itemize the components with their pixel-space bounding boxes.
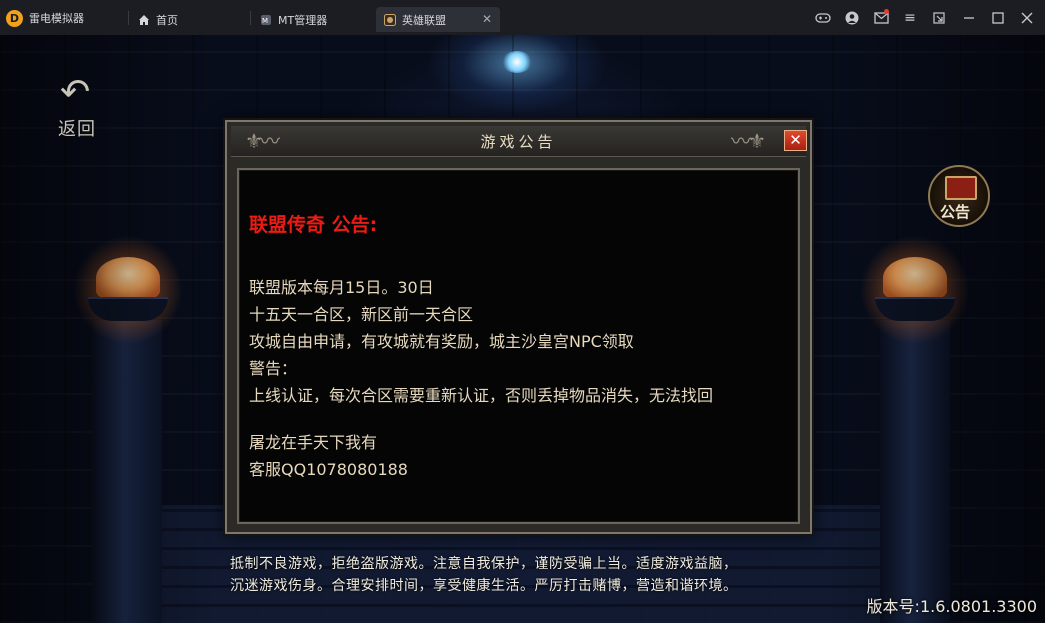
shrink-window-icon[interactable] (929, 8, 949, 28)
mail-icon[interactable] (871, 8, 891, 28)
notification-dot (884, 9, 889, 14)
app-name: 雷电模拟器 (29, 12, 84, 25)
ldplayer-logo-icon: D (6, 9, 23, 27)
notice-heading: 联盟传奇 公告: (249, 214, 378, 236)
scroll-icon (945, 176, 977, 200)
version-label: 版本号:1.6.0801.3300 (866, 597, 1037, 616)
back-arrow-icon: ↶ (60, 72, 91, 113)
health-notice-line-2: 沉迷游戏伤身。合理安排时间，享受健康生活。严厉打击赌博，营造和谐环境。 (230, 578, 738, 594)
close-x-icon: ✕ (789, 131, 802, 149)
announcement-button[interactable]: 公告 (928, 165, 990, 227)
dialog-title: 游戏公告 (480, 133, 557, 151)
tab-close-icon[interactable]: ✕ (482, 13, 492, 25)
game-viewport[interactable]: ↶ 返回 公告 ⚜〰 〰⚜ 游戏公告 ✕ 联盟传奇 公告: 联盟版本每月15日。… (0, 35, 1045, 623)
minimize-icon[interactable] (959, 8, 979, 28)
announcement-dialog: ⚜〰 〰⚜ 游戏公告 ✕ 联盟传奇 公告: 联盟版本每月15日。30日 十五天一… (225, 120, 812, 534)
tab-divider (128, 11, 129, 25)
svg-text:M: M (262, 17, 268, 25)
tab-label: MT管理器 (278, 13, 328, 27)
notice-line: 联盟版本每月15日。30日 (249, 278, 434, 297)
close-icon[interactable] (1017, 8, 1037, 28)
tab-mt-manager[interactable]: M MT管理器 (252, 7, 374, 32)
notice-line: 十五天一合区，新区前一天合区 (249, 305, 474, 324)
dialog-header: ⚜〰 〰⚜ 游戏公告 ✕ (231, 126, 807, 157)
gamepad-icon[interactable] (813, 8, 833, 28)
back-button[interactable]: ↶ 返回 (52, 72, 104, 141)
notice-line: 客服QQ1078080188 (249, 460, 408, 479)
dialog-close-button[interactable]: ✕ (784, 130, 807, 151)
notice-line: 屠龙在手天下我有 (249, 433, 378, 452)
tab-label: 首页 (156, 13, 178, 27)
announcement-label: 公告 (940, 203, 971, 221)
tab-game-active[interactable]: 英雄联盟 ✕ (376, 7, 500, 32)
notice-line: 上线认证，每次合区需要重新认证，否则丢掉物品消失，无法找回 (249, 386, 714, 405)
tab-divider (250, 11, 251, 25)
app-brand[interactable]: D 雷电模拟器 (6, 9, 84, 27)
back-label: 返回 (58, 119, 96, 140)
dialog-body: 联盟传奇 公告: 联盟版本每月15日。30日 十五天一合区，新区前一天合区 攻城… (237, 168, 800, 524)
right-vignette (825, 35, 1045, 623)
emulator-titlebar: D 雷电模拟器 首页 M MT管理器 英雄联盟 ✕ ≡ (0, 0, 1045, 36)
tab-home[interactable]: 首页 (130, 7, 250, 32)
home-icon (138, 14, 150, 26)
left-vignette (0, 35, 220, 623)
menu-icon[interactable]: ≡ (900, 8, 920, 28)
health-notice-line-1: 抵制不良游戏，拒绝盗版游戏。注意自我保护，谨防受骗上当。适度游戏益脑， (230, 556, 738, 572)
mt-manager-app-icon: M (260, 14, 272, 26)
notice-line: 警告： (249, 359, 298, 378)
game-app-icon (384, 13, 396, 26)
ceiling-light-orb (502, 51, 532, 73)
tab-label: 英雄联盟 (402, 13, 446, 27)
user-icon[interactable] (842, 8, 862, 28)
maximize-icon[interactable] (988, 8, 1008, 28)
notice-line: 攻城自由申请，有攻城就有奖励，城主沙皇宫NPC领取 (249, 332, 634, 351)
